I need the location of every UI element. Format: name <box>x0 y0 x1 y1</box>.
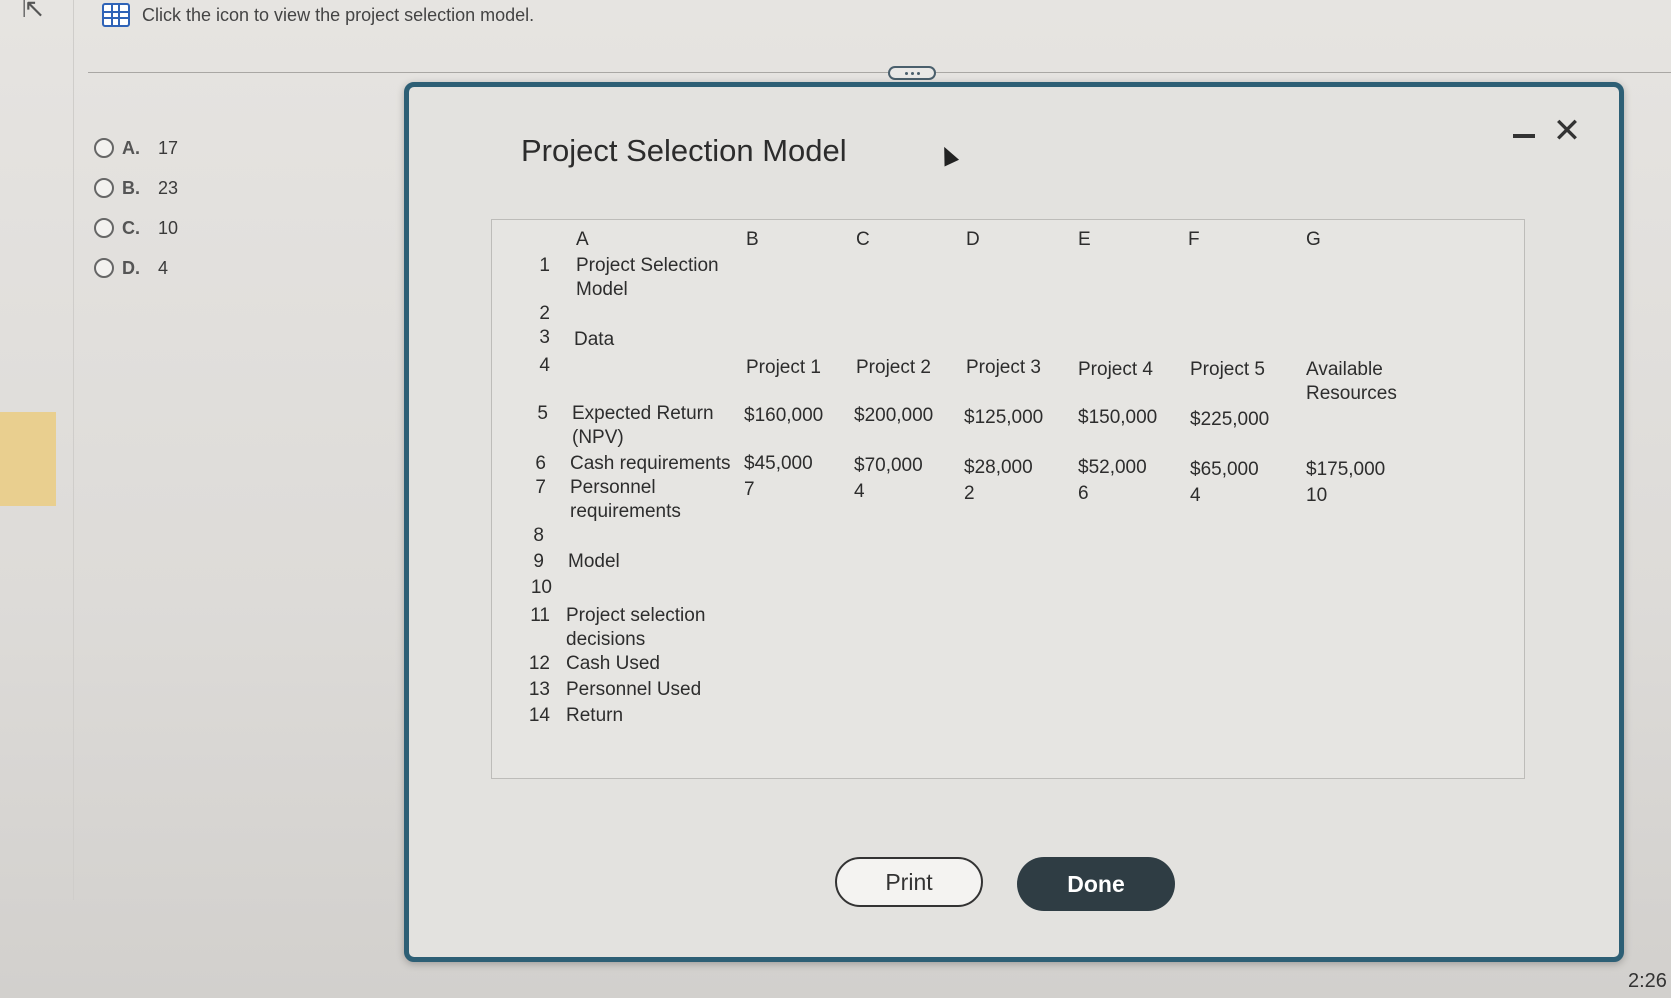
cell-e4: Project 4 <box>1078 359 1153 380</box>
cell-e6: $52,000 <box>1078 457 1147 478</box>
back-arrow-icon[interactable]: ⇱ <box>22 0 62 21</box>
choice-value: 4 <box>158 257 169 278</box>
row-number: 8 <box>533 525 544 546</box>
radio-icon[interactable] <box>94 218 114 238</box>
row-number: 10 <box>530 577 552 598</box>
cell-b7: 7 <box>744 479 755 500</box>
choice-value: 10 <box>158 217 179 238</box>
choice-letter: A. <box>122 137 140 158</box>
cell-f4: Project 5 <box>1190 359 1265 380</box>
cell-f7: 4 <box>1190 485 1201 506</box>
cell-d6: $28,000 <box>964 457 1033 478</box>
cell-d4: Project 3 <box>966 357 1041 378</box>
choice-letter: B. <box>122 177 140 198</box>
cell-a9: Model <box>568 551 620 572</box>
cell-f5: $225,000 <box>1190 409 1270 430</box>
col-header-e: E <box>1078 229 1091 250</box>
project-selection-dialog: Project Selection Model ✕ A B C D E F G … <box>404 82 1624 962</box>
row-number: 6 <box>535 453 546 474</box>
cell-a5: Expected Return (NPV) <box>572 403 714 448</box>
col-header-f: F <box>1188 229 1200 250</box>
cell-c6: $70,000 <box>854 455 923 476</box>
cell-b4: Project 1 <box>746 357 821 378</box>
cell-a11: Project selection decisions <box>566 605 706 650</box>
spreadsheet-icon[interactable] <box>102 3 130 27</box>
cell-a7: Personnel requirements <box>570 477 681 522</box>
choice-d[interactable]: D. 4 <box>94 248 178 288</box>
cell-e7: 6 <box>1078 483 1089 504</box>
choice-letter: C. <box>122 217 140 238</box>
cell-g6: $175,000 <box>1306 459 1386 480</box>
cell-a13: Personnel Used <box>566 679 702 700</box>
radio-icon[interactable] <box>94 178 114 198</box>
minimize-button[interactable] <box>1513 125 1535 147</box>
col-header-a: A <box>576 229 589 250</box>
choice-letter: D. <box>122 257 140 278</box>
cell-c7: 4 <box>854 481 865 502</box>
cell-a12: Cash Used <box>566 653 660 674</box>
cell-f6: $65,000 <box>1190 459 1259 480</box>
drag-handle[interactable] <box>888 66 936 80</box>
row-number: 3 <box>539 327 550 348</box>
row-number: 9 <box>533 551 544 572</box>
prompt: Click the icon to view the project selec… <box>102 2 534 28</box>
choice-value: 23 <box>158 177 179 198</box>
row-number: 2 <box>539 303 550 324</box>
close-button[interactable]: ✕ <box>1549 113 1585 149</box>
choice-a[interactable]: A. 17 <box>94 128 178 168</box>
cell-a1: Project Selection Model <box>576 255 719 300</box>
row-number: 1 <box>539 255 550 276</box>
cell-g7: 10 <box>1306 485 1328 506</box>
radio-icon[interactable] <box>94 258 114 278</box>
cell-d7: 2 <box>964 483 975 504</box>
col-header-d: D <box>966 229 980 250</box>
print-button[interactable]: Print <box>835 857 983 907</box>
cell-g4: Available Resources <box>1306 359 1397 404</box>
cell-c5: $200,000 <box>854 405 934 426</box>
cell-d5: $125,000 <box>964 407 1044 428</box>
divider <box>88 72 1671 73</box>
done-button[interactable]: Done <box>1017 857 1175 911</box>
radio-icon[interactable] <box>94 138 114 158</box>
answer-choices: A. 17 B. 23 C. 10 D. 4 <box>94 128 178 288</box>
clock: 2:26 <box>1628 970 1667 992</box>
cell-e5: $150,000 <box>1078 407 1158 428</box>
choice-b[interactable]: B. 23 <box>94 168 178 208</box>
row-number: 11 <box>530 605 550 626</box>
choice-value: 17 <box>158 137 179 158</box>
dialog-title: Project Selection Model <box>521 133 847 168</box>
col-header-g: G <box>1306 229 1321 250</box>
prompt-text: Click the icon to view the project selec… <box>142 4 535 25</box>
row-number: 12 <box>528 653 550 674</box>
row-number: 5 <box>537 403 548 424</box>
col-header-c: C <box>856 229 870 250</box>
cell-a14: Return <box>566 705 624 726</box>
col-header-b: B <box>746 229 759 250</box>
row-number: 7 <box>535 477 546 498</box>
cell-a3: Data <box>574 329 615 350</box>
spreadsheet: A B C D E F G 1 2 3 4 5 6 7 8 9 10 11 12… <box>491 219 1525 779</box>
row-number: 4 <box>539 355 550 376</box>
cell-c4: Project 2 <box>856 357 931 378</box>
left-accent-bar <box>0 412 56 506</box>
choice-c[interactable]: C. 10 <box>94 208 178 248</box>
row-number: 13 <box>528 679 550 700</box>
cell-b5: $160,000 <box>744 405 824 426</box>
cell-a6: Cash requirements <box>570 453 731 474</box>
cell-b6: $45,000 <box>744 453 813 474</box>
row-number: 14 <box>528 705 550 726</box>
